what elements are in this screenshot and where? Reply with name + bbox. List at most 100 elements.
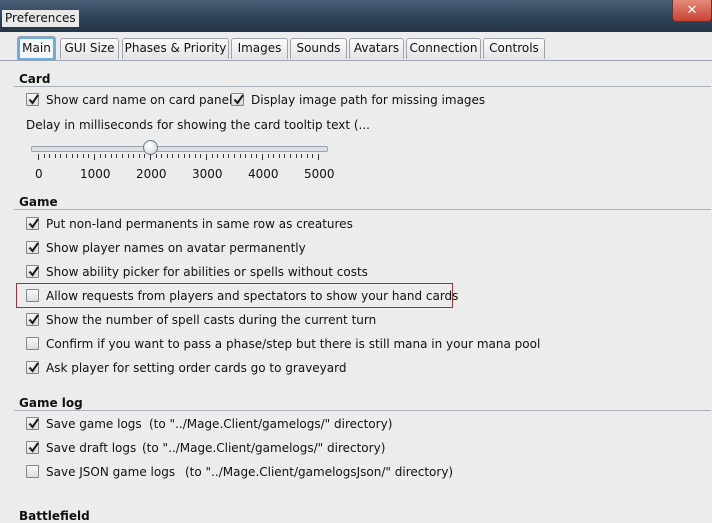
checkmark-icon xyxy=(28,314,39,325)
slider-tick xyxy=(66,154,67,158)
slider-tick xyxy=(206,154,207,160)
save-draft-logs-label: Save draft logs xyxy=(46,441,137,455)
battlefield-section-title: Battlefield xyxy=(19,509,90,523)
game-option-label: Show player names on avatar permanently xyxy=(46,241,306,255)
save-game-logs-note: (to "../Mage.Client/gamelogs/" directory… xyxy=(149,417,393,431)
tab-sounds[interactable]: Sounds xyxy=(290,38,347,59)
slider-tick xyxy=(273,154,274,158)
show-card-name-checkbox[interactable] xyxy=(26,93,39,106)
slider-tick xyxy=(296,154,297,158)
slider-tick xyxy=(189,154,190,158)
slider-tick xyxy=(240,154,241,158)
slider-tick xyxy=(77,154,78,158)
save-draft-logs-checkbox[interactable] xyxy=(26,441,39,454)
slider-tick xyxy=(128,154,129,158)
tab-phases-priority[interactable]: Phases & Priority xyxy=(122,38,229,59)
slider-tick xyxy=(94,154,95,160)
slider-tick xyxy=(184,154,185,158)
tab-images[interactable]: Images xyxy=(231,38,288,59)
slider-tick xyxy=(178,154,179,158)
slider-tick xyxy=(262,154,263,160)
checkmark-icon xyxy=(233,94,244,105)
slider-tick xyxy=(49,154,50,158)
slider-tick xyxy=(290,154,291,158)
allow-hand-requests-checkbox[interactable] xyxy=(26,289,39,302)
tooltip-delay-label: Delay in milliseconds for showing the ca… xyxy=(26,118,370,132)
checkmark-icon xyxy=(28,442,39,453)
slider-tick xyxy=(234,154,235,158)
game-option-checkbox[interactable] xyxy=(26,265,39,278)
checkmark-icon xyxy=(28,218,39,229)
save-json-logs-checkbox[interactable] xyxy=(26,465,39,478)
close-button[interactable]: ✕ xyxy=(672,0,712,22)
slider-tick xyxy=(139,154,140,158)
game-option-checkbox[interactable] xyxy=(26,337,39,350)
slider-tick xyxy=(284,154,285,158)
slider-tick xyxy=(150,154,151,160)
game-option-label: Show ability picker for abilities or spe… xyxy=(46,265,368,279)
checkmark-icon xyxy=(28,242,39,253)
tab-avatars[interactable]: Avatars xyxy=(349,38,404,59)
game-option-checkbox[interactable] xyxy=(26,241,39,254)
slider-tick xyxy=(111,154,112,158)
tick-label-5000: 5000 xyxy=(304,167,335,181)
slider-tick xyxy=(156,154,157,158)
game-section-divider xyxy=(14,209,711,210)
slider-tick xyxy=(44,154,45,158)
tab-gui-size[interactable]: GUI Size xyxy=(60,38,119,59)
save-json-logs-note: (to "../Mage.Client/gamelogsJson/" direc… xyxy=(185,465,454,479)
game-option-label: Show the number of spell casts during th… xyxy=(46,313,377,327)
slider-tick xyxy=(245,154,246,158)
slider-tick xyxy=(122,154,123,158)
tooltip-delay-slider-thumb[interactable] xyxy=(143,140,158,155)
slider-tick xyxy=(268,154,269,158)
game-option-checkbox[interactable] xyxy=(26,217,39,230)
tooltip-delay-slider-track[interactable] xyxy=(31,146,328,152)
slider-tick xyxy=(55,154,56,158)
checkmark-icon xyxy=(28,266,39,277)
slider-tick xyxy=(88,154,89,158)
save-game-logs-checkbox[interactable] xyxy=(26,417,39,430)
game-option-label: Confirm if you want to pass a phase/step… xyxy=(46,337,541,351)
main-tab-panel: Card Show card name on card panel Displa… xyxy=(0,61,712,523)
slider-tick xyxy=(212,154,213,158)
tab-connection[interactable]: Connection xyxy=(406,38,481,59)
save-json-logs-label: Save JSON game logs xyxy=(46,465,176,479)
slider-tick xyxy=(307,154,308,158)
slider-tick xyxy=(195,154,196,158)
game-option-label: Ask player for setting order cards go to… xyxy=(46,361,347,375)
slider-tick xyxy=(167,154,168,158)
slider-tick xyxy=(72,154,73,158)
game-option-checkbox[interactable] xyxy=(26,361,39,374)
tab-controls[interactable]: Controls xyxy=(483,38,545,59)
slider-tick xyxy=(279,154,280,158)
slider-tick xyxy=(116,154,117,158)
gamelog-section-title: Game log xyxy=(19,396,83,410)
save-draft-logs-note: (to "../Mage.Client/gamelogs/" directory… xyxy=(142,441,386,455)
slider-tick xyxy=(256,154,257,158)
slider-tick xyxy=(217,154,218,158)
display-image-path-label: Display image path for missing images xyxy=(251,93,486,107)
show-card-name-label: Show card name on card panel xyxy=(46,93,233,107)
card-section-title: Card xyxy=(19,72,51,86)
tick-label-1000: 1000 xyxy=(80,167,111,181)
slider-tick xyxy=(228,154,229,158)
checkmark-icon xyxy=(28,418,39,429)
slider-tick xyxy=(161,154,162,158)
slider-tick xyxy=(172,154,173,158)
tick-label-3000: 3000 xyxy=(192,167,223,181)
game-section-title: Game xyxy=(19,195,58,209)
slider-tick xyxy=(144,154,145,158)
slider-tick xyxy=(251,154,252,158)
slider-tick xyxy=(318,154,319,160)
card-section-divider xyxy=(14,86,711,87)
window-titlebar[interactable]: Preferences ✕ xyxy=(0,0,712,33)
slider-tick xyxy=(105,154,106,158)
game-option-checkbox[interactable] xyxy=(26,313,39,326)
slider-tick xyxy=(38,154,39,160)
allow-hand-requests-label: Allow requests from players and spectato… xyxy=(46,289,459,303)
display-image-path-checkbox[interactable] xyxy=(231,93,244,106)
slider-tick xyxy=(100,154,101,158)
tab-main[interactable]: Main xyxy=(17,36,56,60)
checkmark-icon xyxy=(28,362,39,373)
